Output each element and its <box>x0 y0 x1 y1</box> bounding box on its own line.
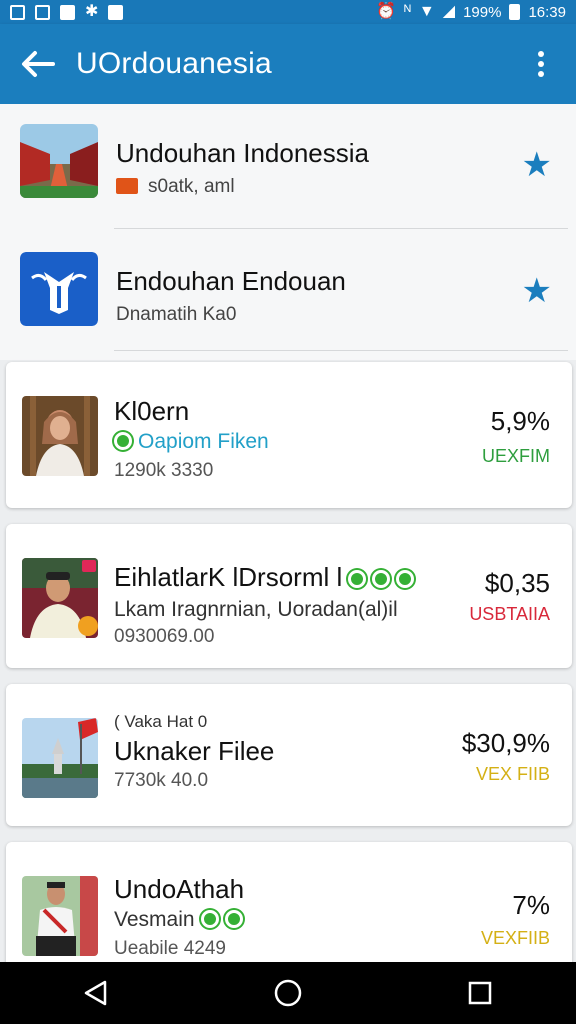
app-thumbnail <box>20 252 98 326</box>
profile-thumbnail <box>22 558 98 638</box>
card-value: 5,9% <box>490 406 550 436</box>
card-tag: USBTAIIA <box>469 604 550 624</box>
nav-back-icon[interactable] <box>66 963 126 1023</box>
card-tag: VEX FIIB <box>475 764 550 784</box>
profile-thumbnail <box>22 876 98 956</box>
card-title: EihlatlarK lDrsorml l <box>114 562 415 593</box>
card-value: 7% <box>512 890 550 920</box>
card-title: UndoAthah <box>114 874 245 904</box>
list-card[interactable]: Kl0ern Oapiom Fiken 1290k 3330 5,9% UEXF… <box>6 362 572 508</box>
item-title: Endouhan Endouan <box>116 266 346 296</box>
verified-icon <box>114 432 132 450</box>
featured-list: Undouhan Indonessia s0atk, aml ★ Endouha… <box>0 104 576 360</box>
nav-home-icon[interactable] <box>258 963 318 1023</box>
card-value: $0,35 <box>484 568 550 598</box>
card-title: Kl0ern <box>114 396 190 426</box>
back-arrow-icon[interactable] <box>0 24 76 104</box>
card-subtitle: Vesmain <box>114 908 243 932</box>
battery-percent: 199% <box>463 3 502 21</box>
wifi-icon: ▼ <box>418 3 435 20</box>
list-item[interactable]: Endouhan Endouan Dnamatih Ka0 ★ <box>0 230 576 352</box>
mail-icon <box>60 4 75 20</box>
bluetooth-icon: ✱ <box>85 3 99 20</box>
card-meta: Ueabile 4249 <box>114 938 226 959</box>
item-subtitle: s0atk, aml <box>116 176 235 198</box>
card-subtitle: Lkam Iragnrnian, Uoradan(al)il <box>114 598 398 621</box>
list-card[interactable]: ( Vaka Hat 0 Uknaker Filee 7730k 40.0 $3… <box>6 684 572 826</box>
signal-icon: ◢ <box>442 3 456 20</box>
card-meta: 0930069.00 <box>114 626 215 647</box>
divider <box>114 228 568 229</box>
alarm-icon: ⏰ <box>376 3 397 20</box>
battery-icon <box>509 4 521 20</box>
list-card[interactable]: EihlatlarK lDrsorml l Lkam Iragnrnian, U… <box>6 524 572 668</box>
divider <box>114 350 568 351</box>
nav-recents-icon[interactable] <box>450 963 510 1023</box>
badge-icon <box>224 910 243 928</box>
item-title: Undouhan Indonessia <box>116 138 369 168</box>
profile-thumbnail <box>22 396 98 476</box>
card-subtitle: Oapiom Fiken <box>114 430 269 454</box>
card-meta: 1290k 3330 <box>114 460 214 481</box>
image-icon <box>10 4 25 20</box>
card-tag: UEXFIM <box>481 446 550 466</box>
vibrate-icon: ᴺ <box>404 3 411 20</box>
badge-icon <box>372 570 391 588</box>
card-title: Uknaker Filee <box>114 736 275 766</box>
bag-icon <box>108 4 124 20</box>
star-icon[interactable]: ★ <box>522 148 552 182</box>
badge-icon <box>200 910 219 928</box>
status-bar: ✱ ⏰ ᴺ ▼ ◢ 199% 16:39 <box>0 0 576 24</box>
system-nav-bar <box>0 962 576 1024</box>
gift-icon <box>116 178 138 194</box>
app-thumbnail <box>20 124 98 198</box>
more-vert-icon[interactable] <box>506 24 576 104</box>
card-value: $30,9% <box>461 728 550 758</box>
star-icon[interactable]: ★ <box>522 274 552 308</box>
page-title: UOrdouanesia <box>76 47 272 80</box>
clock: 16:39 <box>528 3 566 21</box>
card-meta: 7730k 40.0 <box>114 770 209 791</box>
edit-icon <box>35 4 50 20</box>
card-tag: VEXFIIB <box>480 928 550 948</box>
badge-icon <box>348 570 367 588</box>
item-subtitle: Dnamatih Ka0 <box>116 304 237 325</box>
list-card[interactable]: UndoAthah Vesmain Ueabile 4249 7% VEXFII… <box>6 842 572 972</box>
card-caption: ( Vaka Hat 0 <box>114 712 208 731</box>
app-bar: UOrdouanesia <box>0 24 576 104</box>
badge-icon <box>396 570 415 588</box>
photo-thumbnail <box>22 718 98 798</box>
list-item[interactable]: Undouhan Indonessia s0atk, aml ★ <box>0 104 576 226</box>
